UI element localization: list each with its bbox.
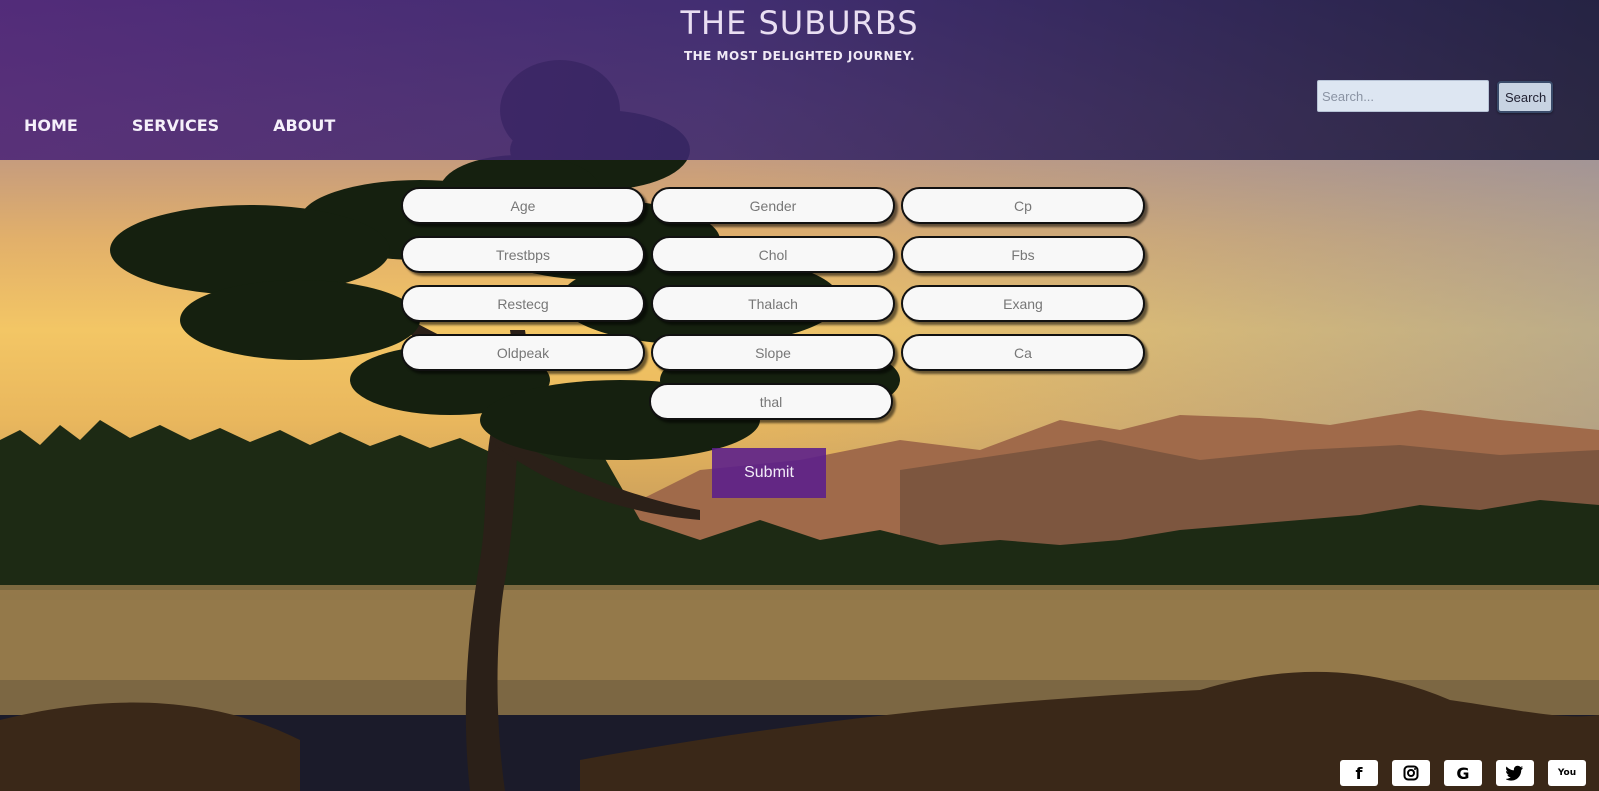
google-icon: G (1456, 763, 1470, 783)
restecg-field[interactable] (401, 285, 645, 322)
slope-field[interactable] (651, 334, 895, 371)
cp-field[interactable] (901, 187, 1145, 224)
social-links: f G You (1340, 760, 1586, 786)
fbs-field[interactable] (901, 236, 1145, 273)
twitter-icon (1506, 765, 1523, 781)
chol-field[interactable] (651, 236, 895, 273)
youtube-button[interactable]: You (1548, 760, 1586, 786)
facebook-icon: f (1355, 763, 1363, 783)
search-input[interactable] (1317, 80, 1489, 112)
submit-button[interactable]: Submit (712, 448, 826, 498)
lake-shimmer (0, 600, 1599, 680)
gender-field[interactable] (651, 187, 895, 224)
site-title: THE SUBURBS (680, 4, 919, 42)
instagram-icon (1403, 765, 1419, 781)
twitter-button[interactable] (1496, 760, 1534, 786)
ca-field[interactable] (901, 334, 1145, 371)
youtube-icon: You (1557, 767, 1577, 778)
main-nav: HOME SERVICES ABOUT (24, 116, 335, 135)
trestbps-field[interactable] (401, 236, 645, 273)
thal-field[interactable] (649, 383, 893, 420)
nav-services-link[interactable]: SERVICES (132, 116, 219, 135)
instagram-button[interactable] (1392, 760, 1430, 786)
site-header: THE SUBURBS THE MOST DELIGHTED JOURNEY. … (0, 0, 1599, 160)
oldpeak-field[interactable] (401, 334, 645, 371)
nav-home-link[interactable]: HOME (24, 116, 78, 135)
nav-about-link[interactable]: ABOUT (273, 116, 335, 135)
facebook-button[interactable]: f (1340, 760, 1378, 786)
age-field[interactable] (401, 187, 645, 224)
search-button[interactable]: Search (1497, 81, 1553, 113)
google-button[interactable]: G (1444, 760, 1482, 786)
exang-field[interactable] (901, 285, 1145, 322)
site-tagline: THE MOST DELIGHTED JOURNEY. (683, 49, 916, 63)
thalach-field[interactable] (651, 285, 895, 322)
